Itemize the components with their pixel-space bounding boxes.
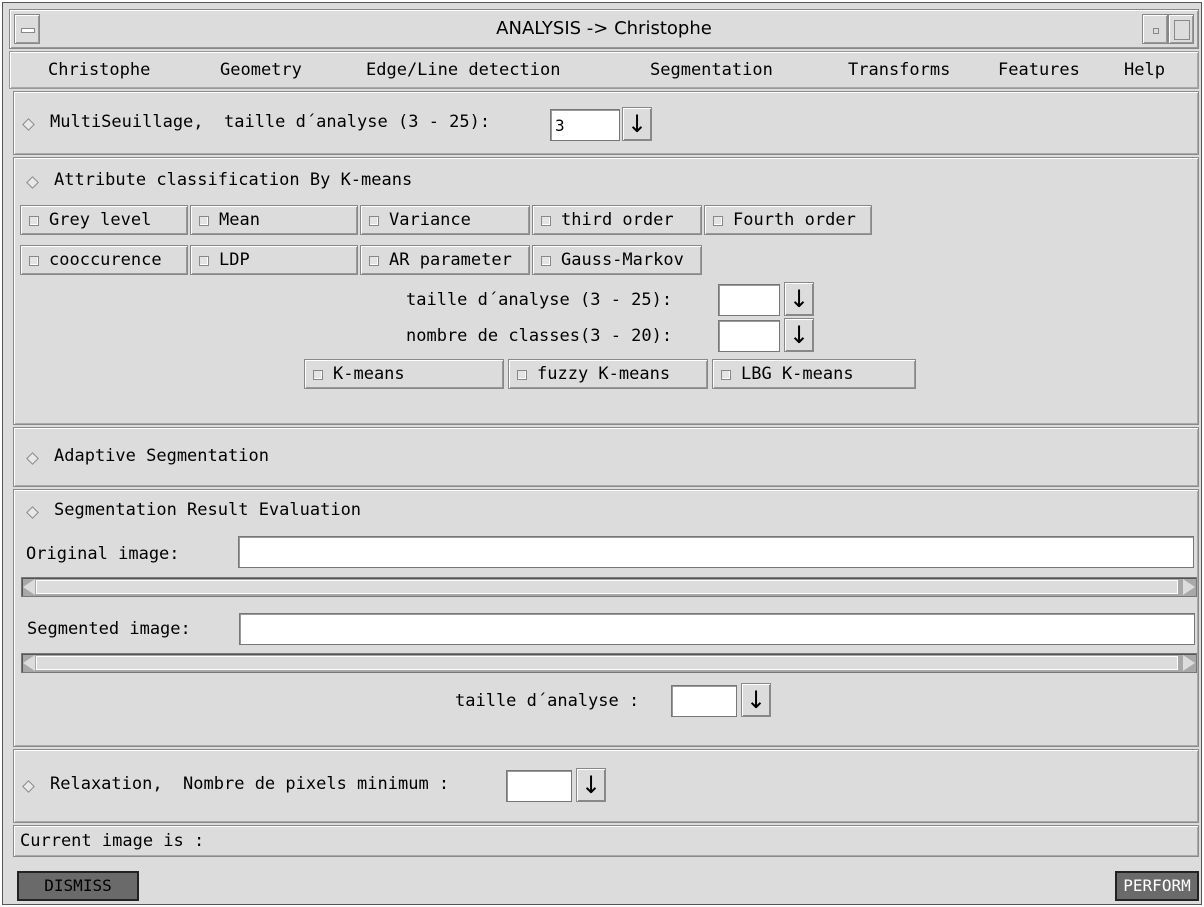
segmented-image-label: Segmented image: — [27, 619, 191, 639]
evaluation-header: Segmentation Result Evaluation — [54, 500, 362, 520]
kmeans-header: Attribute classification By K-means — [54, 170, 413, 190]
method-k-means-box — [313, 370, 323, 380]
relaxation-min-pixels-input[interactable] — [506, 770, 572, 802]
checkbox-variance-label: Variance — [389, 210, 471, 230]
kmeans-classes-dropdown[interactable]: ↓ — [784, 318, 814, 352]
window-title: ANALYSIS -> Christophe — [496, 18, 712, 39]
method-lbg-k-means[interactable]: LBG K-means — [712, 359, 916, 389]
kmeans-panel: Attribute classification By K-means Grey… — [13, 157, 1199, 425]
status-bar: Current image is : — [13, 825, 1199, 857]
original-image-label: Original image: — [26, 544, 180, 564]
checkbox-variance[interactable]: Variance — [360, 205, 530, 235]
maximize-icon — [1174, 20, 1190, 40]
menu-help[interactable]: Help — [1124, 60, 1165, 80]
menu-features[interactable]: Features — [998, 60, 1080, 80]
relaxation-min-pixels-dropdown[interactable]: ↓ — [576, 768, 606, 802]
checkbox-gauss-markov-box — [541, 256, 551, 266]
adaptive-toggle-icon[interactable] — [26, 452, 39, 465]
checkbox-fourth-order-label: Fourth order — [733, 210, 856, 230]
menu-christophe[interactable]: Christophe — [48, 60, 150, 80]
checkbox-cooccurence-box — [29, 256, 39, 266]
multiseuillage-panel: MultiSeuillage, taille d´analyse (3 - 25… — [13, 91, 1199, 155]
checkbox-cooccurence-label: cooccurence — [49, 250, 162, 270]
kmeans-size-dropdown[interactable]: ↓ — [784, 282, 814, 316]
menu-transforms[interactable]: Transforms — [848, 60, 950, 80]
original-image-input[interactable] — [238, 536, 1194, 568]
evaluation-size-dropdown[interactable]: ↓ — [741, 683, 771, 717]
checkbox-ldp-box — [199, 256, 209, 266]
checkbox-cooccurence[interactable]: cooccurence — [20, 245, 188, 275]
checkbox-third-order-label: third order — [561, 210, 674, 230]
checkbox-fourth-order[interactable]: Fourth order — [704, 205, 872, 235]
checkbox-third-order[interactable]: third order — [532, 205, 702, 235]
scroll-right-arrow-icon[interactable] — [1183, 655, 1195, 671]
relaxation-panel: Relaxation, Nombre de pixels minimum : ↓ — [13, 749, 1199, 823]
relaxation-toggle-icon[interactable] — [22, 780, 35, 793]
multiseuillage-label: MultiSeuillage, taille d´analyse (3 - 25… — [50, 112, 491, 132]
checkbox-grey-level-label: Grey level — [49, 210, 152, 230]
kmeans-size-label: taille d´analyse (3 - 25): — [406, 290, 673, 310]
checkbox-variance-box — [369, 216, 379, 226]
multiseuillage-size-input[interactable]: 3 — [550, 109, 620, 141]
method-lbg-k-means-label: LBG K-means — [741, 364, 854, 384]
multiseuillage-toggle-icon[interactable] — [22, 118, 35, 131]
checkbox-third-order-box — [541, 216, 551, 226]
checkbox-ar-parameter-label: AR parameter — [389, 250, 512, 270]
kmeans-size-input[interactable] — [718, 284, 780, 316]
multiseuillage-size-dropdown[interactable]: ↓ — [622, 107, 652, 141]
adaptive-header: Adaptive Segmentation — [54, 446, 269, 466]
checkbox-mean-label: Mean — [219, 210, 260, 230]
method-fuzzy-k-means-box — [517, 370, 527, 380]
menu-edge-line-detection[interactable]: Edge/Line detection — [366, 60, 560, 80]
method-lbg-k-means-box — [721, 370, 731, 380]
method-k-means[interactable]: K-means — [304, 359, 504, 389]
checkbox-mean[interactable]: Mean — [190, 205, 358, 235]
segmented-image-input[interactable] — [239, 613, 1195, 645]
checkbox-ldp[interactable]: LDP — [190, 245, 358, 275]
kmeans-classes-input[interactable] — [718, 320, 780, 352]
evaluation-size-input[interactable] — [671, 685, 737, 717]
menu-bar: Christophe Geometry Edge/Line detection … — [9, 51, 1199, 89]
method-fuzzy-k-means[interactable]: fuzzy K-means — [508, 359, 708, 389]
minimize-icon — [1153, 28, 1159, 34]
kmeans-toggle-icon[interactable] — [26, 176, 39, 189]
segmented-image-scrollbar[interactable] — [21, 653, 1197, 673]
dismiss-button[interactable]: DISMISS — [17, 871, 139, 901]
scrollbar-thumb[interactable] — [36, 656, 1178, 670]
evaluation-toggle-icon[interactable] — [26, 506, 39, 519]
checkbox-grey-level[interactable]: Grey level — [20, 205, 188, 235]
checkbox-ar-parameter-box — [369, 256, 379, 266]
checkbox-gauss-markov[interactable]: Gauss-Markov — [532, 245, 702, 275]
title-bar[interactable]: ANALYSIS -> Christophe — [9, 9, 1199, 49]
scrollbar-thumb[interactable] — [36, 580, 1178, 594]
evaluation-size-label: taille d´analyse : — [455, 691, 640, 711]
menu-geometry[interactable]: Geometry — [220, 60, 302, 80]
analysis-window: ANALYSIS -> Christophe Christophe Geomet… — [2, 2, 1202, 905]
checkbox-ar-parameter[interactable]: AR parameter — [360, 245, 530, 275]
method-k-means-label: K-means — [333, 364, 405, 384]
kmeans-classes-label: nombre de classes(3 - 20): — [406, 326, 673, 346]
scroll-left-arrow-icon[interactable] — [23, 655, 35, 671]
checkbox-grey-level-box — [29, 216, 39, 226]
checkbox-mean-box — [199, 216, 209, 226]
relaxation-label: Relaxation, Nombre de pixels minimum : — [50, 774, 450, 794]
original-image-scrollbar[interactable] — [21, 577, 1197, 597]
status-text: Current image is : — [20, 831, 205, 851]
maximize-button[interactable] — [1168, 14, 1194, 44]
adaptive-segmentation-panel: Adaptive Segmentation — [13, 427, 1199, 487]
checkbox-gauss-markov-label: Gauss-Markov — [561, 250, 684, 270]
scroll-left-arrow-icon[interactable] — [23, 579, 35, 595]
scroll-right-arrow-icon[interactable] — [1183, 579, 1195, 595]
minimize-button[interactable] — [1142, 14, 1168, 44]
perform-button[interactable]: PERFORM — [1115, 871, 1199, 901]
checkbox-ldp-label: LDP — [219, 250, 250, 270]
menu-segmentation[interactable]: Segmentation — [650, 60, 773, 80]
method-fuzzy-k-means-label: fuzzy K-means — [537, 364, 671, 384]
checkbox-fourth-order-box — [713, 216, 723, 226]
